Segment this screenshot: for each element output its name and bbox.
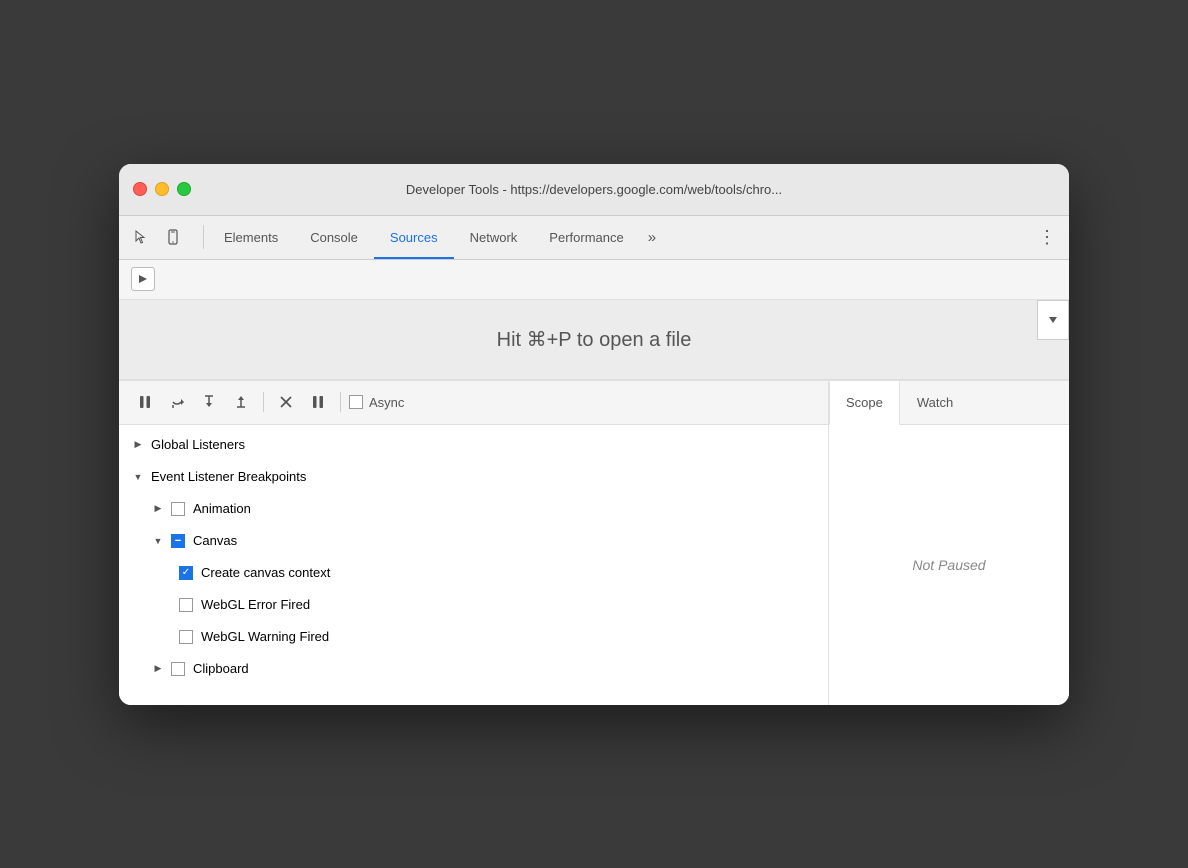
canvas-children: Create canvas context WebGL Error Fired … (151, 557, 828, 653)
debugger-toolbar: Async (119, 381, 828, 425)
webgl-warning-fired-label: WebGL Warning Fired (201, 629, 329, 644)
dropdown-arrow-icon (1047, 314, 1059, 326)
deactivate-breakpoints-button[interactable] (272, 388, 300, 416)
tab-sources[interactable]: Sources (374, 215, 454, 259)
step-into-button[interactable] (195, 388, 223, 416)
not-paused-text: Not Paused (912, 557, 985, 573)
minimize-button[interactable] (155, 182, 169, 196)
tab-network[interactable]: Network (454, 215, 534, 259)
watch-tab[interactable]: Watch (900, 380, 970, 424)
animation-toggle[interactable]: ▶ (151, 502, 165, 516)
create-canvas-context-checkbox[interactable] (179, 566, 193, 580)
devtools-menu-button[interactable]: ⋮ (1033, 223, 1061, 251)
clipboard-toggle[interactable]: ▶ (151, 662, 165, 676)
tabs: Elements Console Sources Network Perform… (208, 216, 1033, 259)
global-listeners-row[interactable]: ▶ Global Listeners (119, 429, 828, 461)
close-button[interactable] (133, 182, 147, 196)
show-sidebar-button[interactable] (131, 267, 155, 291)
pause-icon (137, 394, 153, 410)
step-out-button[interactable] (227, 388, 255, 416)
animation-checkbox[interactable] (171, 502, 185, 516)
clipboard-checkbox[interactable] (171, 662, 185, 676)
open-file-hint: Hit ⌘+P to open a file (497, 327, 692, 352)
async-checkbox-label[interactable]: Async (349, 395, 404, 410)
toolbar-divider-2 (340, 392, 341, 412)
webgl-error-fired-label: WebGL Error Fired (201, 597, 310, 612)
sidebar-toggle-icon (137, 273, 149, 285)
animation-label: Animation (193, 501, 251, 516)
right-panel-tabs: Scope Watch (829, 381, 1069, 425)
more-tabs-button[interactable]: » (640, 229, 664, 246)
canvas-row[interactable]: ▼ Canvas (151, 525, 828, 557)
debugger-area: Async ▶ Global Listeners ▼ Event Listene… (119, 380, 1069, 705)
clipboard-label: Clipboard (193, 661, 249, 676)
devtools-window: Developer Tools - https://developers.goo… (119, 164, 1069, 705)
toolbar-icons (127, 223, 187, 251)
animation-row[interactable]: ▶ Animation (151, 493, 828, 525)
title-bar: Developer Tools - https://developers.goo… (119, 164, 1069, 216)
clipboard-row[interactable]: ▶ Clipboard (151, 653, 828, 685)
cursor-icon (133, 229, 149, 245)
tab-bar: Elements Console Sources Network Perform… (119, 216, 1069, 260)
global-listeners-label: Global Listeners (151, 437, 245, 452)
history-dropdown-button[interactable] (1037, 300, 1069, 340)
async-label: Async (369, 395, 404, 410)
step-out-icon (233, 394, 249, 410)
create-canvas-context-row[interactable]: Create canvas context (179, 557, 828, 589)
main-content: Hit ⌘+P to open a file (119, 260, 1069, 705)
event-listener-breakpoints-toggle[interactable]: ▼ (131, 470, 145, 484)
tab-elements[interactable]: Elements (208, 215, 294, 259)
right-panel: Scope Watch Not Paused (829, 381, 1069, 705)
tab-performance[interactable]: Performance (533, 215, 639, 259)
traffic-lights (133, 182, 191, 196)
step-over-icon (169, 394, 185, 410)
pause-exceptions-icon (310, 394, 326, 410)
canvas-label: Canvas (193, 533, 237, 548)
pause-resume-button[interactable] (131, 388, 159, 416)
pause-on-exceptions-button[interactable] (304, 388, 332, 416)
toolbar-divider (263, 392, 264, 412)
event-listener-breakpoints-label: Event Listener Breakpoints (151, 469, 306, 484)
step-over-button[interactable] (163, 388, 191, 416)
deactivate-icon (278, 394, 294, 410)
global-listeners-toggle[interactable]: ▶ (131, 438, 145, 452)
webgl-error-fired-checkbox[interactable] (179, 598, 193, 612)
async-checkbox[interactable] (349, 395, 363, 409)
left-panel: Async ▶ Global Listeners ▼ Event Listene… (119, 381, 829, 705)
create-canvas-context-label: Create canvas context (201, 565, 330, 580)
webgl-warning-fired-row[interactable]: WebGL Warning Fired (179, 621, 828, 653)
event-listener-children: ▶ Animation ▼ Canvas (119, 493, 828, 685)
maximize-button[interactable] (177, 182, 191, 196)
mobile-icon (165, 229, 181, 245)
canvas-checkbox[interactable] (171, 534, 185, 548)
webgl-error-fired-row[interactable]: WebGL Error Fired (179, 589, 828, 621)
step-into-icon (201, 394, 217, 410)
tab-divider (203, 225, 204, 249)
tab-console[interactable]: Console (294, 215, 374, 259)
scope-tab[interactable]: Scope (829, 381, 900, 425)
breakpoints-tree: ▶ Global Listeners ▼ Event Listener Brea… (119, 425, 828, 689)
event-listener-breakpoints-row[interactable]: ▼ Event Listener Breakpoints (119, 461, 828, 493)
scope-content: Not Paused (829, 425, 1069, 705)
canvas-toggle[interactable]: ▼ (151, 534, 165, 548)
sidebar-toggle-bar (119, 260, 1069, 300)
window-title: Developer Tools - https://developers.goo… (406, 182, 782, 197)
device-toolbar-button[interactable] (159, 223, 187, 251)
open-file-area: Hit ⌘+P to open a file (119, 300, 1069, 380)
inspect-element-button[interactable] (127, 223, 155, 251)
webgl-warning-fired-checkbox[interactable] (179, 630, 193, 644)
